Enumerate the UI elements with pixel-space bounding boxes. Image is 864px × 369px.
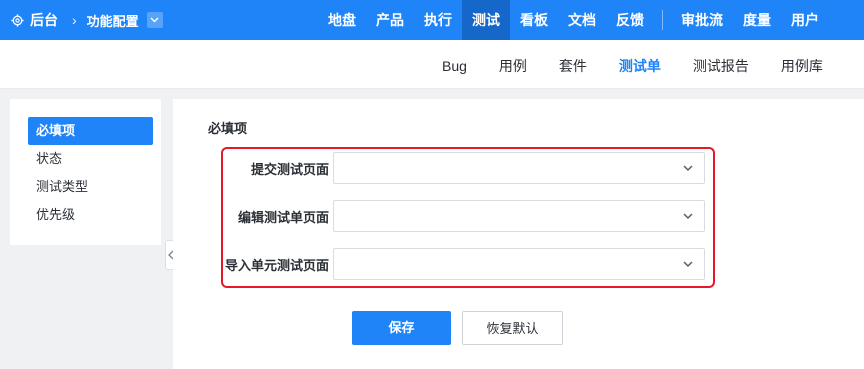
- nav-item-product[interactable]: 产品: [366, 0, 414, 40]
- subnav-item-suite[interactable]: 套件: [543, 40, 603, 88]
- section-title: 必填项: [208, 121, 248, 136]
- sidemenu-item-priority[interactable]: 优先级: [28, 201, 153, 229]
- field-label: 编辑测试单页面: [237, 209, 329, 225]
- form-row-submit-page: 提交测试页面: [221, 151, 711, 185]
- nav-item-approval[interactable]: 审批流: [671, 0, 733, 40]
- edit-page-select[interactable]: [333, 200, 705, 232]
- side-menu: 必填项 状态 测试类型 优先级: [10, 99, 161, 245]
- gear-icon: [10, 13, 24, 27]
- brand: 后台 › 功能配置: [10, 0, 163, 40]
- subnav-item-testreport[interactable]: 测试报告: [677, 40, 765, 88]
- nav-divider: [662, 10, 663, 30]
- chevron-down-icon: [683, 213, 693, 219]
- sidemenu-item-required[interactable]: 必填项: [28, 117, 153, 145]
- subnav-item-case[interactable]: 用例: [483, 40, 543, 88]
- breadcrumb-separator: ›: [72, 12, 77, 28]
- sub-nav: Bug 用例 套件 测试单 测试报告 用例库: [0, 40, 864, 89]
- sidemenu-item-type[interactable]: 测试类型: [28, 173, 153, 201]
- nav-item-execution[interactable]: 执行: [414, 0, 462, 40]
- import-page-select[interactable]: [333, 248, 705, 280]
- app-title[interactable]: 后台: [30, 10, 58, 30]
- module-dropdown-button[interactable]: [146, 12, 163, 28]
- nav-item-metrics[interactable]: 度量: [733, 0, 781, 40]
- subnav-item-testtask[interactable]: 测试单: [603, 40, 677, 88]
- main-panel: 必填项 提交测试页面 编辑测试单页面 导入单元测试页面 保存 恢复默认: [173, 99, 864, 369]
- nav-item-dashboard[interactable]: 地盘: [318, 0, 366, 40]
- main-nav: 地盘 产品 执行 测试 看板 文档 反馈 审批流 度量 用户: [318, 0, 829, 40]
- save-button[interactable]: 保存: [352, 311, 451, 345]
- reset-default-button[interactable]: 恢复默认: [462, 311, 563, 345]
- nav-item-feedback[interactable]: 反馈: [606, 0, 654, 40]
- chevron-down-icon: [683, 261, 693, 267]
- field-label: 提交测试页面: [250, 161, 329, 177]
- nav-item-doc[interactable]: 文档: [558, 0, 606, 40]
- form-row-edit-page: 编辑测试单页面: [221, 199, 711, 233]
- subnav-item-caselib[interactable]: 用例库: [765, 40, 839, 88]
- nav-item-test[interactable]: 测试: [462, 0, 510, 40]
- chevron-down-icon: [150, 17, 159, 23]
- chevron-down-icon: [683, 165, 693, 171]
- submit-page-select[interactable]: [333, 152, 705, 184]
- subnav-item-bug[interactable]: Bug: [426, 40, 483, 88]
- module-name[interactable]: 功能配置: [87, 11, 139, 30]
- nav-item-user[interactable]: 用户: [781, 0, 829, 40]
- form-row-import-page: 导入单元测试页面: [221, 247, 711, 281]
- field-label: 导入单元测试页面: [224, 257, 329, 273]
- sidemenu-item-status[interactable]: 状态: [28, 145, 153, 173]
- nav-item-kanban[interactable]: 看板: [510, 0, 558, 40]
- top-navbar: 后台 › 功能配置 地盘 产品 执行 测试 看板 文档 反馈 审批流 度量 用户: [0, 0, 864, 40]
